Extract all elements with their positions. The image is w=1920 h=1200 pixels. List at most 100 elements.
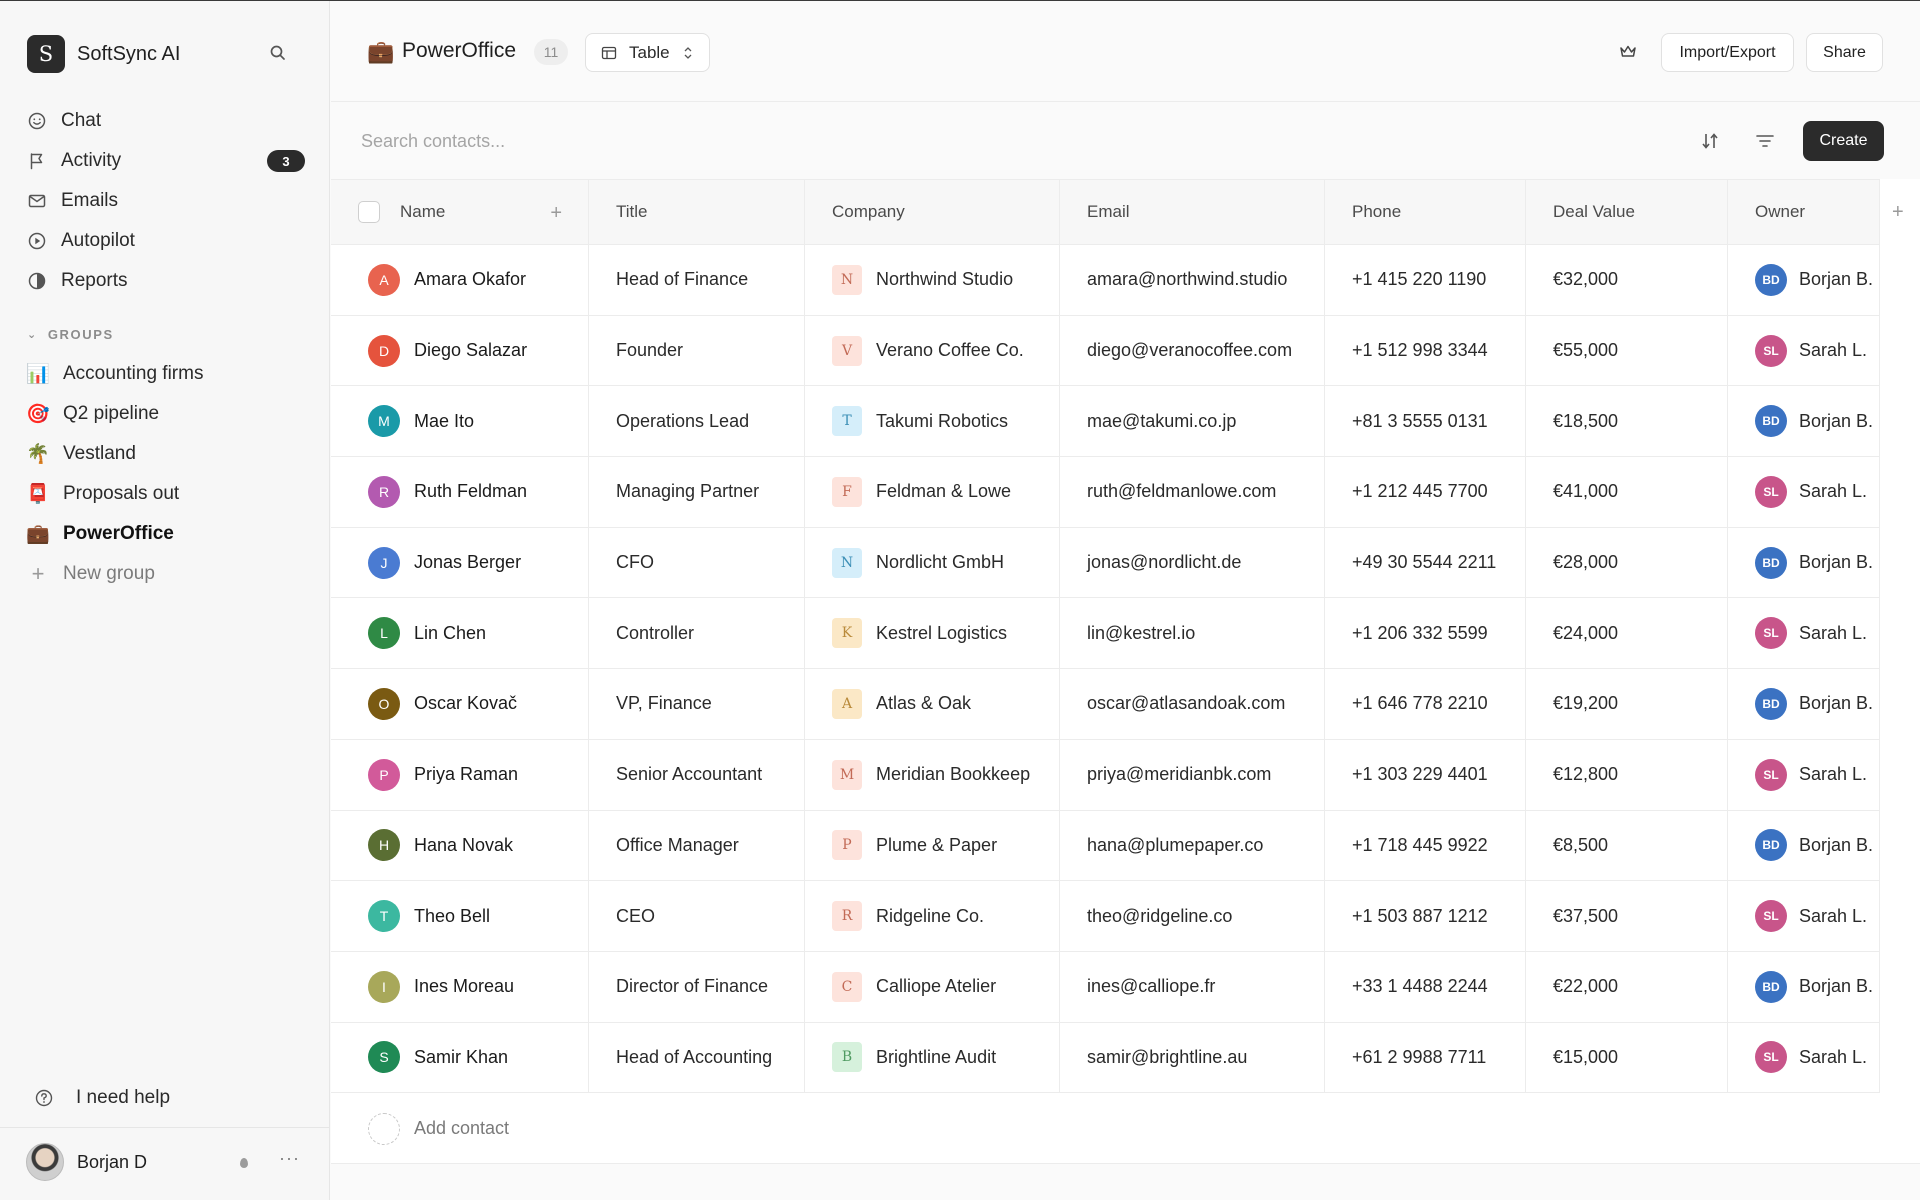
cell-deal-value[interactable]: €15,000 bbox=[1526, 1022, 1728, 1093]
cell-title[interactable]: VP, Finance bbox=[589, 669, 805, 739]
cell-owner[interactable]: BD Borjan B. bbox=[1728, 669, 1880, 739]
select-all-checkbox[interactable] bbox=[358, 201, 380, 223]
cell-owner[interactable]: BD Borjan B. bbox=[1728, 527, 1880, 598]
table-row[interactable]: H Hana Novak Office Manager P Plume & Paper h… bbox=[331, 810, 1880, 882]
cell-owner[interactable]: BD Borjan B. bbox=[1728, 810, 1880, 881]
group-item-proposals-out[interactable]: 📮 Proposals out bbox=[26, 474, 305, 514]
cell-company[interactable]: N Nordlicht GmbH bbox=[805, 527, 1060, 598]
table-row[interactable]: S Samir Khan Head of Accounting B Brightline… bbox=[331, 1022, 1880, 1094]
nav-item-emails[interactable]: Emails bbox=[27, 181, 305, 221]
cell-phone[interactable]: +61 2 9988 7711 bbox=[1325, 1022, 1526, 1093]
cell-owner[interactable]: SL Sarah L. bbox=[1728, 315, 1880, 386]
cell-phone[interactable]: +1 415 220 1190 bbox=[1325, 245, 1526, 315]
column-header-title[interactable]: Title bbox=[589, 180, 805, 244]
help-link[interactable]: I need help bbox=[34, 1087, 170, 1109]
new-group-button[interactable]: + New group bbox=[27, 554, 305, 594]
cell-email[interactable]: jonas@nordlicht.de bbox=[1060, 527, 1325, 598]
cell-name[interactable]: D Diego Salazar bbox=[331, 315, 589, 386]
cell-email[interactable]: ines@calliope.fr bbox=[1060, 951, 1325, 1022]
cell-title[interactable]: Office Manager bbox=[589, 810, 805, 881]
cell-email[interactable]: oscar@atlasandoak.com bbox=[1060, 669, 1325, 739]
table-row[interactable]: I Ines Moreau Director of Finance C Calliope… bbox=[331, 951, 1880, 1023]
cell-phone[interactable]: +81 3 5555 0131 bbox=[1325, 386, 1526, 457]
cell-deal-value[interactable]: €12,800 bbox=[1526, 739, 1728, 810]
user-avatar[interactable] bbox=[26, 1143, 64, 1181]
cell-company[interactable]: K Kestrel Logistics bbox=[805, 598, 1060, 669]
more-menu-button[interactable]: ··· bbox=[279, 1148, 300, 1169]
cell-email[interactable]: ruth@feldmanlowe.com bbox=[1060, 457, 1325, 527]
add-contact-row[interactable]: Add contact bbox=[331, 1094, 1920, 1164]
cell-name[interactable]: L Lin Chen bbox=[331, 598, 589, 669]
column-header-phone[interactable]: Phone bbox=[1325, 180, 1526, 244]
cell-phone[interactable]: +1 718 445 9922 bbox=[1325, 810, 1526, 881]
cell-phone[interactable]: +1 206 332 5599 bbox=[1325, 598, 1526, 669]
column-header-owner[interactable]: Owner bbox=[1728, 180, 1880, 244]
cell-name[interactable]: A Amara Okafor bbox=[331, 245, 589, 315]
cell-name[interactable]: I Ines Moreau bbox=[331, 951, 589, 1022]
column-header-email[interactable]: Email bbox=[1060, 180, 1325, 244]
nav-item-autopilot[interactable]: Autopilot bbox=[27, 221, 305, 261]
cell-owner[interactable]: SL Sarah L. bbox=[1728, 598, 1880, 669]
column-header-name[interactable]: Name + bbox=[331, 180, 589, 244]
cell-title[interactable]: Founder bbox=[589, 315, 805, 386]
cell-company[interactable]: R Ridgeline Co. bbox=[805, 881, 1060, 951]
cell-email[interactable]: samir@brightline.au bbox=[1060, 1022, 1325, 1093]
cell-company[interactable]: A Atlas & Oak bbox=[805, 669, 1060, 739]
cell-owner[interactable]: BD Borjan B. bbox=[1728, 245, 1880, 315]
cell-phone[interactable]: +33 1 4488 2244 bbox=[1325, 951, 1526, 1022]
cell-deal-value[interactable]: €19,200 bbox=[1526, 669, 1728, 739]
cell-title[interactable]: Managing Partner bbox=[589, 457, 805, 527]
cell-phone[interactable]: +49 30 5544 2211 bbox=[1325, 527, 1526, 598]
cell-owner[interactable]: BD Borjan B. bbox=[1728, 951, 1880, 1022]
cell-title[interactable]: Director of Finance bbox=[589, 951, 805, 1022]
cell-email[interactable]: priya@meridianbk.com bbox=[1060, 739, 1325, 810]
cell-name[interactable]: J Jonas Berger bbox=[331, 527, 589, 598]
cell-phone[interactable]: +1 303 229 4401 bbox=[1325, 739, 1526, 810]
cell-email[interactable]: hana@plumepaper.co bbox=[1060, 810, 1325, 881]
cell-name[interactable]: M Mae Ito bbox=[331, 386, 589, 457]
table-row[interactable]: A Amara Okafor Head of Finance N Northwind S… bbox=[331, 245, 1880, 316]
cell-deal-value[interactable]: €55,000 bbox=[1526, 315, 1728, 386]
table-row[interactable]: J Jonas Berger CFO N Nordlicht GmbH jonas@nor… bbox=[331, 527, 1880, 599]
cell-title[interactable]: Head of Finance bbox=[589, 245, 805, 315]
cell-name[interactable]: P Priya Raman bbox=[331, 739, 589, 810]
cell-deal-value[interactable]: €28,000 bbox=[1526, 527, 1728, 598]
cell-owner[interactable]: SL Sarah L. bbox=[1728, 739, 1880, 810]
cell-title[interactable]: CEO bbox=[589, 881, 805, 951]
cell-title[interactable]: Head of Accounting bbox=[589, 1022, 805, 1093]
cell-deal-value[interactable]: €24,000 bbox=[1526, 598, 1728, 669]
groups-toggle[interactable]: ⌄ GROUPS bbox=[27, 327, 114, 342]
cell-owner[interactable]: SL Sarah L. bbox=[1728, 457, 1880, 527]
view-switcher[interactable]: Table bbox=[585, 33, 710, 72]
table-row[interactable]: O Oscar Kovač VP, Finance A Atlas & Oak oscar… bbox=[331, 669, 1880, 740]
cell-deal-value[interactable]: €22,000 bbox=[1526, 951, 1728, 1022]
cell-title[interactable]: Operations Lead bbox=[589, 386, 805, 457]
table-row[interactable]: L Lin Chen Controller K Kestrel Logistics lin… bbox=[331, 598, 1880, 670]
brand[interactable]: S SoftSync AI bbox=[27, 35, 180, 73]
cell-phone[interactable]: +1 646 778 2210 bbox=[1325, 669, 1526, 739]
cell-name[interactable]: H Hana Novak bbox=[331, 810, 589, 881]
crown-icon[interactable] bbox=[1618, 43, 1638, 61]
cell-name[interactable]: S Samir Khan bbox=[331, 1022, 589, 1093]
cell-deal-value[interactable]: €41,000 bbox=[1526, 457, 1728, 527]
cell-email[interactable]: theo@ridgeline.co bbox=[1060, 881, 1325, 951]
cell-company[interactable]: T Takumi Robotics bbox=[805, 386, 1060, 457]
cell-deal-value[interactable]: €32,000 bbox=[1526, 245, 1728, 315]
import-export-button[interactable]: Import/Export bbox=[1661, 33, 1794, 72]
table-row[interactable]: P Priya Raman Senior Accountant M Meridian B… bbox=[331, 739, 1880, 811]
nav-item-reports[interactable]: Reports bbox=[27, 261, 305, 301]
search-icon[interactable] bbox=[268, 43, 288, 63]
cell-phone[interactable]: +1 503 887 1212 bbox=[1325, 881, 1526, 951]
group-item-accounting-firms[interactable]: 📊 Accounting firms bbox=[26, 354, 305, 394]
cell-owner[interactable]: BD Borjan B. bbox=[1728, 386, 1880, 457]
table-row[interactable]: T Theo Bell CEO R Ridgeline Co. theo@ridgelin… bbox=[331, 881, 1880, 952]
cell-name[interactable]: T Theo Bell bbox=[331, 881, 589, 951]
cell-owner[interactable]: SL Sarah L. bbox=[1728, 1022, 1880, 1093]
cell-phone[interactable]: +1 212 445 7700 bbox=[1325, 457, 1526, 527]
table-row[interactable]: D Diego Salazar Founder V Verano Coffee Co. d… bbox=[331, 315, 1880, 387]
cell-email[interactable]: lin@kestrel.io bbox=[1060, 598, 1325, 669]
column-header-deal-value[interactable]: Deal Value bbox=[1526, 180, 1728, 244]
cell-company[interactable]: P Plume & Paper bbox=[805, 810, 1060, 881]
cell-company[interactable]: V Verano Coffee Co. bbox=[805, 315, 1060, 386]
cell-name[interactable]: R Ruth Feldman bbox=[331, 457, 589, 527]
